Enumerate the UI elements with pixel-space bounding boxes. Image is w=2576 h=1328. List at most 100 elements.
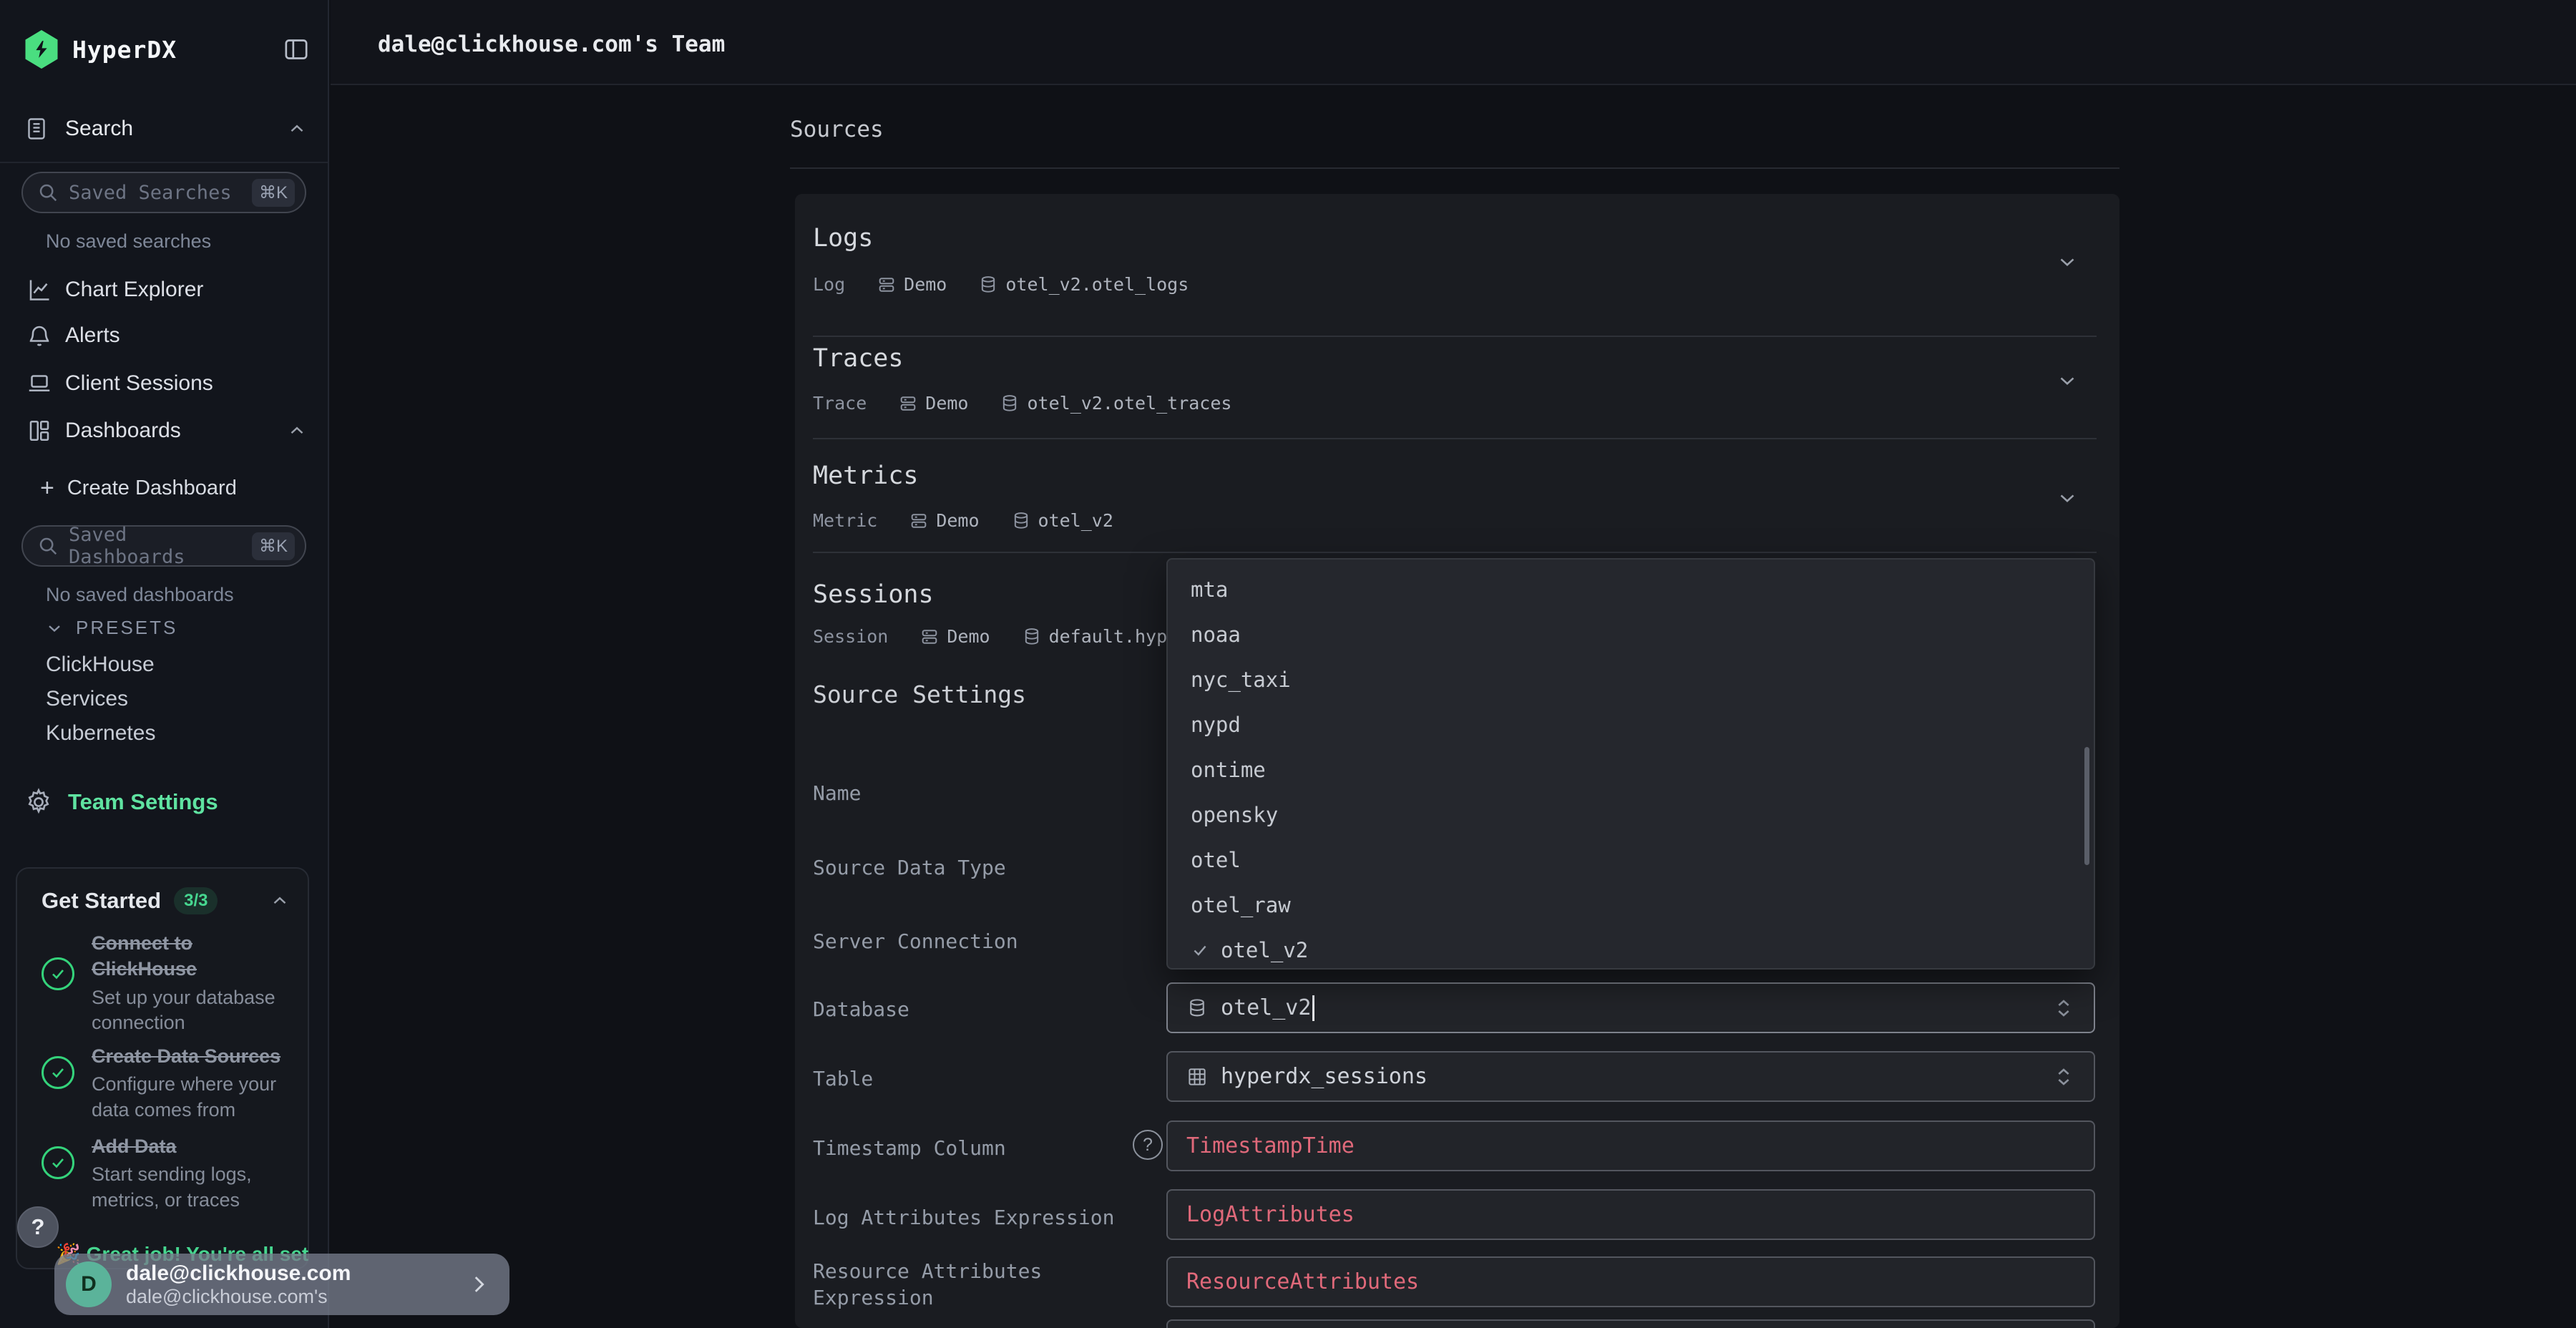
chevron-up-icon[interactable] — [269, 890, 291, 912]
sidebar-item-dashboards[interactable]: Dashboards — [24, 410, 308, 451]
get-started-item-add-data[interactable]: Add Data Start sending logs, metrics, or… — [42, 1133, 293, 1213]
preset-item-clickhouse[interactable]: ClickHouse — [46, 653, 155, 677]
name-label: Name — [813, 781, 1128, 807]
saved-searches-input[interactable]: Saved Searches ⌘K — [21, 172, 306, 213]
connection-name: Demo — [904, 274, 947, 295]
chevron-up-icon[interactable] — [286, 118, 308, 140]
resource-attributes-input[interactable]: ResourceAttributes — [1166, 1256, 2095, 1307]
saved-searches-placeholder: Saved Searches — [69, 182, 252, 204]
log-attributes-label: Log Attributes Expression — [813, 1205, 1128, 1231]
dropdown-option-ontime[interactable]: ontime — [1168, 747, 2094, 792]
user-menu[interactable]: D dale@clickhouse.com dale@clickhouse.co… — [54, 1254, 509, 1315]
source-data-type-label: Source Data Type — [813, 855, 1128, 882]
create-dashboard-button[interactable]: + Create Dashboard — [40, 471, 237, 505]
database-select[interactable]: otel_v2 — [1166, 982, 2095, 1033]
table-name: otel_v2.otel_logs — [1005, 274, 1189, 295]
log-attributes-value: LogAttributes — [1186, 1202, 1355, 1227]
main-content: Sources Logs Log Demo otel_v2.otel_logs — [331, 87, 2576, 1328]
team-settings-link[interactable]: Team Settings — [24, 787, 218, 817]
top-bar: dale@clickhouse.com's Team — [331, 0, 2576, 85]
dropdown-option-noaa[interactable]: noaa — [1168, 612, 2094, 657]
table-group: otel_v2 — [1011, 510, 1113, 531]
get-started-header[interactable]: Get Started 3/3 — [42, 887, 291, 914]
team-title: dale@clickhouse.com's Team — [378, 31, 725, 57]
sidebar-item-label: Alerts — [65, 323, 120, 348]
create-dashboard-label: Create Dashboard — [67, 477, 237, 500]
get-started-item-sources[interactable]: Create Data Sources Configure where your… — [42, 1043, 293, 1123]
select-arrows-icon[interactable] — [2052, 1064, 2075, 1090]
help-button[interactable]: ? — [17, 1206, 59, 1248]
source-type-tag: Log — [813, 274, 845, 295]
table-icon — [1186, 1066, 1208, 1088]
source-section-title: Logs — [813, 224, 873, 253]
table-select[interactable]: hyperdx_sessions — [1166, 1051, 2095, 1102]
user-name: dale@clickhouse.com — [126, 1261, 467, 1286]
table-group: otel_v2.otel_logs — [978, 274, 1189, 295]
help-icon[interactable]: ? — [1133, 1130, 1163, 1160]
dropdown-option-otel[interactable]: otel — [1168, 837, 2094, 882]
preset-item-services[interactable]: Services — [46, 687, 128, 711]
table-name: otel_v2 — [1038, 510, 1113, 531]
timestamp-column-input[interactable]: TimestampTime — [1166, 1120, 2095, 1171]
get-started-item-desc: Start sending logs, metrics, or traces — [92, 1162, 293, 1212]
timestamp-column-value: TimestampTime — [1186, 1133, 1355, 1158]
dropdown-option-mta[interactable]: mta — [1168, 567, 2094, 612]
get-started-item-desc: Configure where your data comes from — [92, 1072, 293, 1122]
presets-header[interactable]: PRESETS — [44, 617, 177, 639]
preset-item-kubernetes[interactable]: Kubernetes — [46, 721, 155, 746]
sidebar-collapse-icon[interactable] — [282, 35, 311, 64]
database-icon — [1022, 627, 1042, 647]
section-divider — [813, 336, 2097, 337]
connection-group: Demo — [877, 274, 947, 295]
log-attributes-input[interactable]: LogAttributes — [1166, 1189, 2095, 1240]
chevron-up-icon[interactable] — [286, 420, 308, 441]
chevron-down-icon[interactable] — [2055, 368, 2079, 393]
server-icon — [909, 511, 929, 531]
sources-panel: Logs Log Demo otel_v2.otel_logs Traces — [795, 194, 2119, 1328]
sidebar-item-chart-explorer[interactable]: Chart Explorer — [24, 269, 308, 311]
laptop-icon — [24, 371, 55, 396]
database-value: otel_v2 — [1221, 995, 1311, 1020]
get-started-badge: 3/3 — [174, 887, 218, 914]
select-arrows-icon[interactable] — [2052, 995, 2075, 1021]
shortcut-badge: ⌘K — [252, 179, 295, 207]
plus-icon: + — [40, 476, 54, 500]
sidebar-item-alerts[interactable]: Alerts — [24, 315, 308, 356]
dropdown-option-otel-v2-selected[interactable]: otel_v2 — [1168, 927, 2094, 970]
get-started-item-title: Connect to ClickHouse — [92, 930, 293, 982]
logo: HyperDX — [24, 27, 311, 72]
dropdown-option-nyc-taxi[interactable]: nyc_taxi — [1168, 657, 2094, 702]
saved-dashboards-input[interactable]: Saved Dashboards ⌘K — [21, 525, 306, 567]
dropdown-scrollbar[interactable] — [2084, 747, 2089, 865]
check-icon — [1191, 941, 1209, 960]
dropdown-option-nypd[interactable]: nypd — [1168, 702, 2094, 747]
source-section-title: Metrics — [813, 462, 919, 490]
connection-name: Demo — [936, 510, 979, 531]
search-section-header[interactable]: Search — [24, 109, 308, 149]
page-title-divider — [790, 167, 2119, 169]
section-divider — [813, 552, 2097, 553]
resource-attributes-value: ResourceAttributes — [1186, 1269, 1419, 1294]
get-started-item-connect[interactable]: Connect to ClickHouse Set up your databa… — [42, 930, 293, 1035]
connection-group: Demo — [919, 626, 990, 647]
chevron-down-icon[interactable] — [2055, 486, 2079, 510]
dropdown-option-opensky[interactable]: opensky — [1168, 792, 2094, 837]
table-value: hyperdx_sessions — [1221, 1064, 1428, 1089]
presets-label: PRESETS — [76, 617, 177, 639]
connection-group: Demo — [898, 393, 968, 414]
hyperdx-logo-icon — [24, 30, 59, 69]
database-label: Database — [813, 997, 1128, 1023]
chevron-down-icon[interactable] — [2055, 250, 2079, 274]
source-type-tag: Session — [813, 626, 888, 647]
sidebar-item-client-sessions[interactable]: Client Sessions — [24, 363, 308, 404]
next-input-partial[interactable] — [1166, 1319, 2095, 1328]
sidebar-item-label: Chart Explorer — [65, 278, 203, 302]
get-started-item-title: Add Data — [92, 1133, 293, 1159]
resource-attributes-label: Resource Attributes Expression — [813, 1259, 1128, 1312]
database-icon — [1000, 394, 1020, 414]
dropdown-option-otel-raw[interactable]: otel_raw — [1168, 882, 2094, 927]
check-circle-icon — [42, 1056, 74, 1089]
saved-dashboards-placeholder: Saved Dashboards — [69, 524, 252, 568]
check-circle-icon — [42, 957, 74, 990]
search-icon — [37, 182, 59, 203]
